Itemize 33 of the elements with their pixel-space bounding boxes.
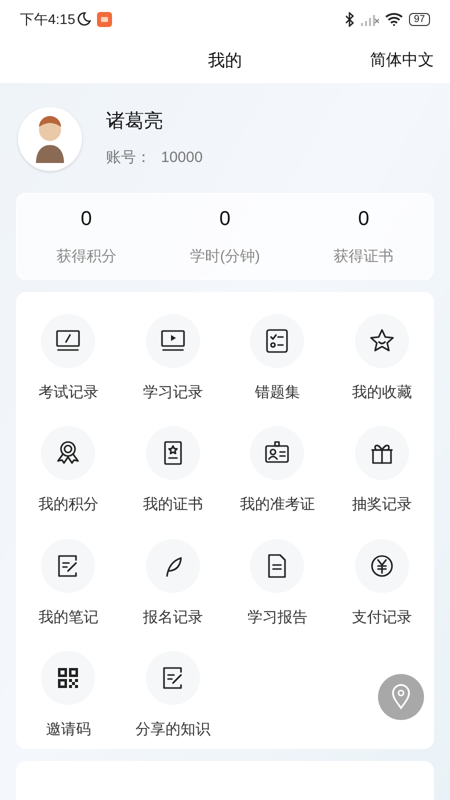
menu-label[interactable]: 邀请码 [46, 719, 91, 742]
language-button[interactable]: 简体中文 [370, 48, 434, 73]
app-notification-icon [97, 12, 112, 27]
stat-label: 获得积分 [56, 247, 116, 268]
page-title: 我的 [208, 50, 242, 72]
account-number: 10000 [161, 148, 203, 168]
bluetooth-icon [344, 12, 355, 27]
menu-label[interactable]: 学习记录 [142, 382, 203, 404]
stat-value: 0 [80, 207, 92, 232]
stat-value: 0 [358, 207, 370, 232]
menu-label[interactable]: 支付记录 [352, 606, 412, 630]
user-name: 诸葛亮 [106, 110, 164, 134]
menu-label[interactable]: 我的笔记 [38, 606, 98, 630]
menu-label[interactable]: 分享的知识 [135, 719, 210, 742]
menu-label[interactable]: 报名记录 [142, 606, 203, 630]
menu-label[interactable]: 学习报告 [247, 606, 308, 630]
stat-label: 获得证书 [334, 247, 394, 268]
location-pin-icon [391, 684, 411, 710]
battery-indicator: 97 [408, 12, 430, 26]
stat-label: 学时(分钟) [190, 247, 260, 268]
menu-label[interactable]: 我的收藏 [352, 382, 412, 404]
wifi-icon [384, 12, 403, 26]
status-time: 下午4:15 [20, 10, 76, 29]
menu-label[interactable]: 我的证书 [142, 494, 203, 517]
moon-icon [77, 12, 92, 26]
menu-label[interactable]: 我的准考证 [240, 494, 315, 517]
signal-icon [360, 12, 379, 26]
menu-label[interactable]: 考试记录 [38, 382, 98, 404]
menu-label[interactable]: 我的积分 [38, 494, 98, 517]
menu-label[interactable]: 错题集 [254, 382, 300, 404]
menu-label[interactable]: 抽奖记录 [352, 494, 412, 517]
stat-value: 0 [219, 207, 231, 232]
account-label: 账号： [106, 148, 151, 168]
